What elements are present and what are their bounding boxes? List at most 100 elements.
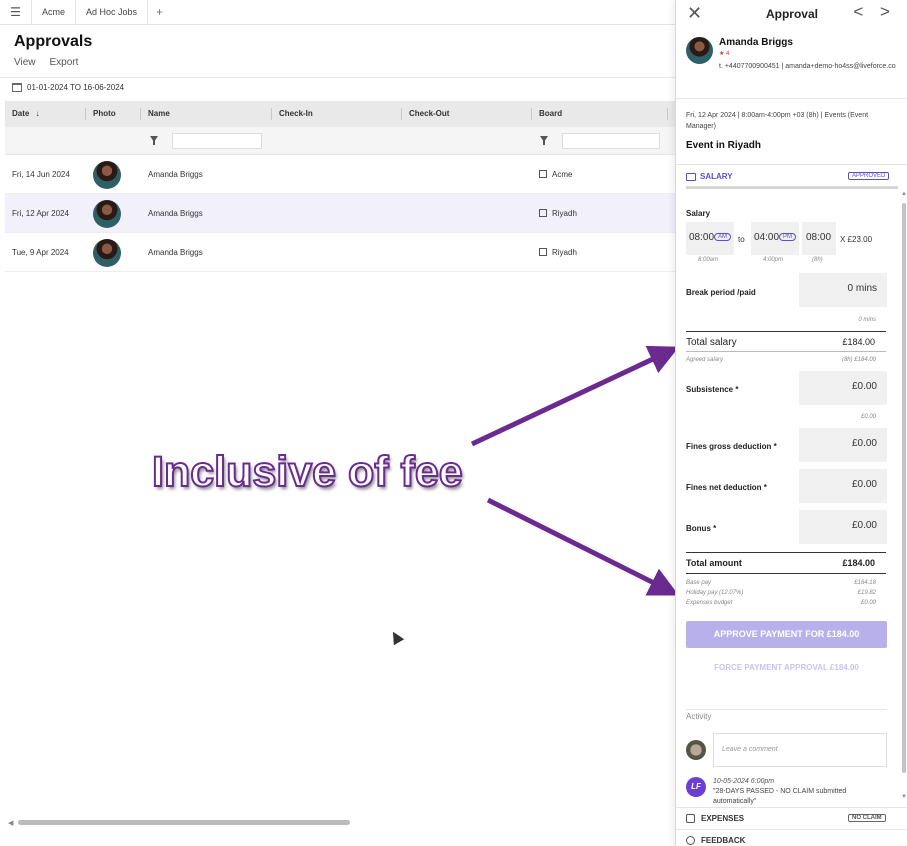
- table-row[interactable]: Tue, 9 Apr 2024 Amanda Briggs Riyadh: [5, 233, 675, 272]
- row-date: Fri, 12 Apr 2024: [12, 209, 69, 218]
- agreed-salary-label: Agreed salary: [686, 357, 724, 363]
- scroll-down-icon[interactable]: ▼: [901, 794, 907, 800]
- end-time-sub: 4:00pm: [763, 257, 784, 263]
- filter-row: [5, 127, 675, 155]
- base-pay-label: Base pay: [686, 580, 712, 586]
- avatar: [93, 200, 121, 228]
- column-board[interactable]: Board: [539, 101, 562, 127]
- approvals-app: ☰ Acme Ad Hoc Jobs + Approvals View Expo…: [0, 0, 907, 846]
- hamburger-menu-icon[interactable]: ☰: [0, 0, 32, 25]
- base-pay-value: £164.18: [854, 580, 876, 586]
- tab-acme[interactable]: Acme: [32, 0, 77, 25]
- arrow-to-total-salary: [470, 345, 680, 447]
- row-name: Amanda Briggs: [148, 209, 203, 218]
- scroll-up-icon[interactable]: ▲: [901, 191, 907, 197]
- fines-net-input[interactable]: £0.00: [799, 469, 887, 503]
- column-divider: [667, 108, 668, 120]
- bonus-input[interactable]: £0.00: [799, 510, 887, 544]
- row-board[interactable]: Riyadh: [539, 233, 577, 272]
- column-divider: [85, 108, 86, 120]
- divider: [686, 573, 886, 574]
- avatar: [93, 161, 121, 189]
- end-time-input[interactable]: 04:00 PM: [751, 222, 799, 255]
- hourly-rate: X £23.00: [840, 235, 873, 244]
- view-button[interactable]: View: [14, 57, 36, 68]
- salary-section-header[interactable]: SALARY: [686, 172, 733, 181]
- subsistence-sub: £0.00: [860, 414, 876, 420]
- holiday-pay-value: £19.82: [857, 590, 876, 596]
- column-check-out[interactable]: Check-Out: [409, 101, 449, 127]
- pm-toggle[interactable]: PM: [779, 233, 797, 242]
- page-actions: View Export: [14, 57, 78, 68]
- total-amount-label: Total amount: [686, 558, 742, 568]
- avatar: [686, 37, 713, 64]
- divider: [0, 77, 675, 78]
- holiday-pay-label: Holiday pay (12.07%): [686, 590, 744, 596]
- column-divider: [531, 108, 532, 120]
- external-link-icon: [539, 170, 547, 178]
- force-payment-approval-button[interactable]: FORCE PAYMENT APPROVAL £184.00: [686, 663, 887, 672]
- person-name[interactable]: Amanda Briggs: [719, 37, 793, 48]
- scroll-left-icon[interactable]: ◀: [8, 819, 13, 827]
- mouse-cursor-icon: [389, 630, 403, 644]
- break-sub: 0 mins: [858, 317, 876, 323]
- approval-panel: ✕ Approval < > Amanda Briggs ★ 4 t. +440…: [675, 0, 907, 846]
- calendar-icon: [12, 83, 22, 92]
- start-time-input[interactable]: 08:00 AM: [686, 222, 734, 255]
- subsistence-input[interactable]: £0.00: [799, 371, 887, 405]
- export-button[interactable]: Export: [50, 57, 79, 68]
- expenses-section-header[interactable]: EXPENSES NO CLAIM: [676, 807, 907, 829]
- divider: [686, 186, 898, 189]
- column-name[interactable]: Name: [148, 101, 170, 127]
- am-toggle[interactable]: AM: [714, 233, 732, 242]
- divider: [686, 552, 886, 553]
- arrow-to-breakdown: [486, 497, 679, 596]
- board-filter-input[interactable]: [562, 133, 660, 149]
- page-title: Approvals: [14, 33, 93, 50]
- sort-down-icon[interactable]: ↓: [36, 109, 40, 118]
- rating-badge: ★ 4: [719, 51, 730, 57]
- add-tab-button[interactable]: +: [148, 5, 171, 19]
- divider: [686, 351, 886, 352]
- horizontal-scrollbar[interactable]: [18, 820, 350, 825]
- approve-payment-button[interactable]: APPROVE PAYMENT FOR £184.00: [686, 621, 887, 648]
- name-filter-input[interactable]: [172, 133, 262, 149]
- fines-gross-label: Fines gross deduction *: [686, 442, 777, 451]
- start-time-sub: 8:00am: [698, 257, 719, 263]
- activity-label: Activity: [686, 712, 712, 721]
- column-photo[interactable]: Photo: [93, 101, 116, 127]
- row-board[interactable]: Acme: [539, 155, 572, 194]
- log-text: "28-DAYS PASSED - NO CLAIM submitted aut…: [713, 788, 847, 805]
- external-link-icon: [539, 209, 547, 217]
- row-board[interactable]: Riyadh: [539, 194, 577, 233]
- liveforce-logo-icon: LF: [686, 777, 706, 797]
- row-date: Tue, 9 Apr 2024: [12, 248, 69, 257]
- date-range-filter[interactable]: 01-01-2024 TO 16-06-2024: [12, 83, 124, 92]
- tab-ad-hoc-jobs[interactable]: Ad Hoc Jobs: [76, 0, 149, 25]
- table-row[interactable]: Fri, 12 Apr 2024 Amanda Briggs Riyadh: [5, 194, 675, 233]
- prev-next-icon[interactable]: < >: [853, 2, 896, 22]
- column-check-in[interactable]: Check-In: [279, 101, 313, 127]
- annotation-label: Inclusive of fee: [151, 447, 464, 497]
- table-row[interactable]: Fri, 14 Jun 2024 Amanda Briggs Acme: [5, 155, 675, 194]
- row-date: Fri, 14 Jun 2024: [12, 170, 70, 179]
- top-bar: ☰ Acme Ad Hoc Jobs +: [0, 0, 675, 25]
- filter-icon[interactable]: [150, 136, 158, 145]
- avatar: [93, 239, 121, 267]
- comment-input[interactable]: Leave a comment: [713, 733, 887, 767]
- hours-input[interactable]: 08:00: [802, 222, 836, 255]
- briefcase-icon: [686, 172, 696, 181]
- fines-net-label: Fines net deduction *: [686, 483, 767, 492]
- break-input[interactable]: 0 mins: [799, 273, 887, 307]
- row-name: Amanda Briggs: [148, 248, 203, 257]
- vertical-scrollbar[interactable]: [902, 203, 906, 773]
- salary-label: Salary: [686, 209, 711, 218]
- column-date[interactable]: Date ↓: [12, 101, 40, 127]
- total-salary-value: £184.00: [842, 337, 875, 347]
- agreed-salary-value: (8h) £184.00: [841, 357, 876, 363]
- filter-icon[interactable]: [540, 136, 548, 145]
- fines-gross-input[interactable]: £0.00: [799, 428, 887, 462]
- status-badge: APPROVED: [848, 172, 890, 180]
- divider: [686, 709, 887, 710]
- feedback-section-header[interactable]: FEEDBACK: [676, 829, 907, 846]
